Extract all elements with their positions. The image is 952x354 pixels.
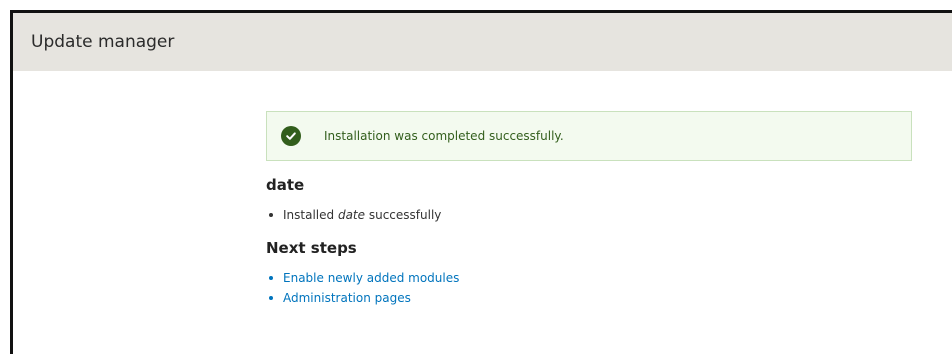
status-message: Installation was completed successfully. — [266, 111, 912, 161]
list-item: Administration pages — [269, 288, 912, 308]
bullet-icon — [269, 296, 273, 300]
bullet-icon — [269, 213, 273, 217]
project-heading: date — [266, 176, 305, 194]
administration-pages-link[interactable]: Administration pages — [283, 288, 411, 308]
checkmark-glyph — [286, 132, 296, 140]
list-item: Enable newly added modules — [269, 268, 912, 288]
main-content: Installation was completed successfully.… — [266, 111, 912, 308]
project-result-list: Installed date successfully — [266, 205, 912, 225]
result-project-name: date — [337, 208, 366, 222]
next-steps-heading: Next steps — [266, 239, 357, 257]
page-header: Update manager — [13, 13, 952, 71]
result-suffix: successfully — [368, 208, 442, 222]
enable-modules-link[interactable]: Enable newly added modules — [283, 268, 459, 288]
bullet-icon — [269, 276, 273, 280]
next-steps-list: Enable newly added modules Administratio… — [266, 268, 912, 308]
result-prefix: Installed — [283, 208, 335, 222]
list-item: Installed date successfully — [269, 205, 912, 225]
check-circle-icon — [281, 126, 301, 146]
page-frame: Update manager Installation was complete… — [10, 10, 952, 354]
page-title: Update manager — [31, 32, 175, 52]
status-message-text: Installation was completed successfully. — [324, 129, 564, 143]
